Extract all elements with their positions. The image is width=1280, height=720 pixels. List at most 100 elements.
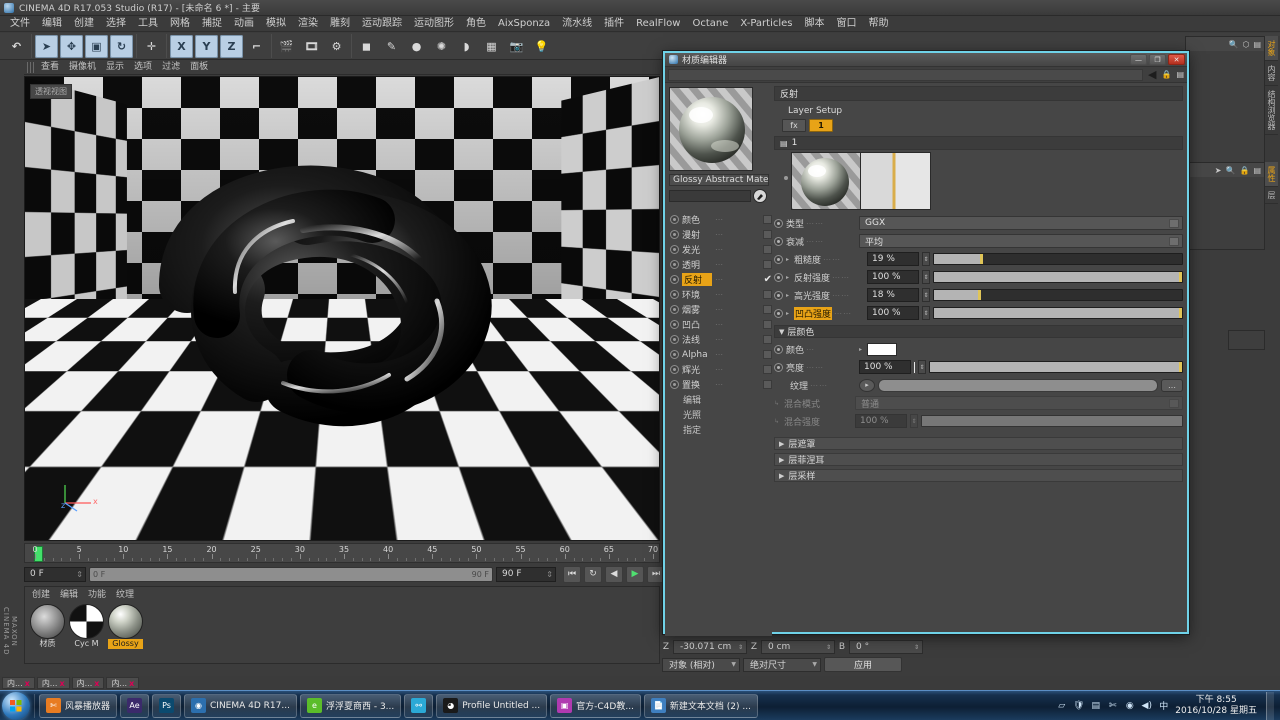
blend-strength-slider[interactable]	[921, 415, 1183, 427]
material-channel-1[interactable]: 漫射 ⋯	[669, 227, 772, 242]
world-object-coordinate-button[interactable]: ⌐	[245, 35, 268, 58]
checkmark-icon[interactable]: ✔	[764, 275, 772, 285]
network-tray-icon[interactable]: ◉	[1123, 699, 1136, 712]
param-spinner-icon[interactable]: ⇕	[922, 306, 930, 320]
animate-dot-icon[interactable]	[670, 350, 679, 359]
menu-item-3[interactable]: 选择	[100, 16, 132, 31]
collapsed-section-2[interactable]: ▶ 层采样	[774, 469, 1183, 482]
material-name-input[interactable]	[669, 190, 751, 202]
live-selection-tool[interactable]: ➤	[35, 34, 58, 58]
param-slider-bump-strength[interactable]	[933, 307, 1183, 319]
close-button[interactable]: ✕	[1168, 54, 1185, 65]
expand-arrow-icon[interactable]: ▸	[859, 346, 864, 353]
minimize-button[interactable]: —	[1130, 54, 1147, 65]
cursor-icon[interactable]: ➤	[1215, 166, 1222, 175]
menu-item-12[interactable]: 运动图形	[408, 16, 460, 31]
channel-checkbox[interactable]	[763, 290, 772, 299]
channel-checkbox[interactable]	[763, 215, 772, 224]
taskbar-item-0[interactable]: ✄ 风暴播放器	[39, 693, 118, 718]
animate-dot-icon[interactable]	[670, 365, 679, 374]
material-channel-9[interactable]: Alpha ⋯	[669, 347, 772, 362]
channel-checkbox[interactable]	[763, 305, 772, 314]
channel-checkbox[interactable]	[763, 245, 772, 254]
animate-dot-icon[interactable]	[774, 362, 783, 372]
menu-item-5[interactable]: 网格	[164, 16, 196, 31]
taskbar-item-3[interactable]: ◉ CINEMA 4D R17...	[184, 693, 297, 718]
param-value-field-specular-strength[interactable]: 18 %	[867, 288, 919, 302]
rotate-tool[interactable]: ↻	[110, 34, 133, 58]
move-axis-tool[interactable]: ✛	[140, 35, 163, 58]
collapsed-section-1[interactable]: ▶ 层菲涅耳	[774, 453, 1183, 466]
spinner-icon[interactable]: ⇕	[738, 644, 743, 651]
show-desktop-button[interactable]	[1266, 691, 1274, 720]
animate-dot-icon[interactable]	[774, 272, 783, 282]
close-icon[interactable]: x	[94, 679, 99, 688]
current-frame-field[interactable]: 0 F ⇕	[24, 566, 86, 582]
triangle-left-icon[interactable]: ◀	[1148, 68, 1156, 81]
param-spinner-icon[interactable]: ⇕	[922, 288, 930, 302]
material-menu-3[interactable]: 纹理	[111, 587, 139, 600]
taskbar-item-5[interactable]: ⚯	[404, 693, 434, 718]
material-menu-1[interactable]: 编辑	[55, 587, 83, 600]
menu-item-6[interactable]: 捕捉	[196, 16, 228, 31]
input-method-icon[interactable]: 中	[1157, 699, 1170, 712]
brightness-slider[interactable]	[929, 361, 1183, 373]
viewport-menu-2[interactable]: 显示	[101, 60, 129, 74]
document-tab-3[interactable]: 内... x	[106, 677, 140, 689]
param-select-attenuation[interactable]: 平均	[859, 234, 1183, 248]
material-channel-plain-0[interactable]: 编辑	[669, 392, 772, 407]
viewport-menu-3[interactable]: 选项	[129, 60, 157, 74]
menu-item-18[interactable]: Octane	[686, 16, 734, 31]
menu-item-4[interactable]: 工具	[132, 16, 164, 31]
end-frame-spinner-icon[interactable]: ⇕	[542, 570, 553, 579]
material-item-2[interactable]: Glossy	[108, 604, 143, 649]
param-slider-roughness[interactable]	[933, 253, 1183, 265]
close-icon[interactable]: x	[129, 679, 134, 688]
play-forward-button[interactable]: ▶	[626, 565, 644, 583]
material-preview-sphere[interactable]	[669, 87, 753, 171]
menu-item-16[interactable]: 插件	[598, 16, 630, 31]
lock-x-axis-button[interactable]: X	[170, 34, 193, 58]
add-array-button[interactable]: ✺	[430, 35, 453, 58]
material-editor-window[interactable]: 材质编辑器 — ❐ ✕ ◀ 🔒 ▤ Glossy Abstract Mater …	[663, 51, 1189, 636]
taskbar-item-8[interactable]: 📄 新建文本文档 (2) ...	[643, 693, 758, 718]
material-channel-6[interactable]: 烟雾 ⋯	[669, 302, 772, 317]
document-tab-2[interactable]: 内... x	[71, 677, 105, 689]
expand-arrow-icon[interactable]: ▸	[786, 310, 791, 317]
channel-checkbox[interactable]	[763, 320, 772, 329]
lock-icon[interactable]: 🔒	[1161, 70, 1171, 79]
spinner-icon[interactable]: ⇕	[826, 644, 831, 651]
param-value-field-roughness[interactable]: 19 %	[867, 252, 919, 266]
brightness-spinner-icon[interactable]: ⇕	[918, 360, 926, 374]
timeline-range-scrubber[interactable]: 0 F 90 F	[89, 566, 493, 582]
extra-dock[interactable]	[1228, 330, 1265, 350]
material-menu-0[interactable]: 创建	[27, 587, 55, 600]
param-spinner-icon[interactable]: ⇕	[922, 252, 930, 266]
menu-item-8[interactable]: 模拟	[260, 16, 292, 31]
menu-item-20[interactable]: 脚本	[799, 16, 831, 31]
material-editor-search-field[interactable]	[668, 68, 1143, 81]
animate-dot-icon[interactable]	[670, 260, 679, 269]
menu-item-0[interactable]: 文件	[4, 16, 36, 31]
channel-checkbox[interactable]	[763, 350, 772, 359]
animate-dot-icon[interactable]	[670, 320, 679, 329]
animate-dot-icon[interactable]	[774, 290, 783, 300]
animate-dot-icon[interactable]	[774, 218, 783, 228]
security-shield-icon[interactable]: 🛡	[1072, 699, 1085, 712]
object-tab-1[interactable]: 内容	[1265, 61, 1278, 86]
animate-dot-icon[interactable]	[670, 215, 679, 224]
go-to-start-button[interactable]: ⏮	[563, 565, 581, 583]
menu-item-14[interactable]: AixSponza	[492, 16, 556, 31]
move-tool[interactable]: ✥	[60, 34, 83, 58]
menu-item-22[interactable]: 帮助	[863, 16, 895, 31]
param-slider-specular-strength[interactable]	[933, 289, 1183, 301]
coordinate-mode-select[interactable]: 对象 (相对) ▼	[662, 657, 740, 672]
animate-dot-icon[interactable]	[774, 236, 783, 246]
maximize-button[interactable]: ❐	[1149, 54, 1166, 65]
panel-menu-icon[interactable]: ▤	[1176, 70, 1184, 79]
eyedropper-icon[interactable]	[753, 189, 767, 203]
material-channel-5[interactable]: 环境 ⋯	[669, 287, 772, 302]
lock-y-axis-button[interactable]: Y	[195, 34, 218, 58]
play-backward-button[interactable]: ◀	[605, 565, 623, 583]
layer-1-button[interactable]: 1	[809, 119, 833, 132]
